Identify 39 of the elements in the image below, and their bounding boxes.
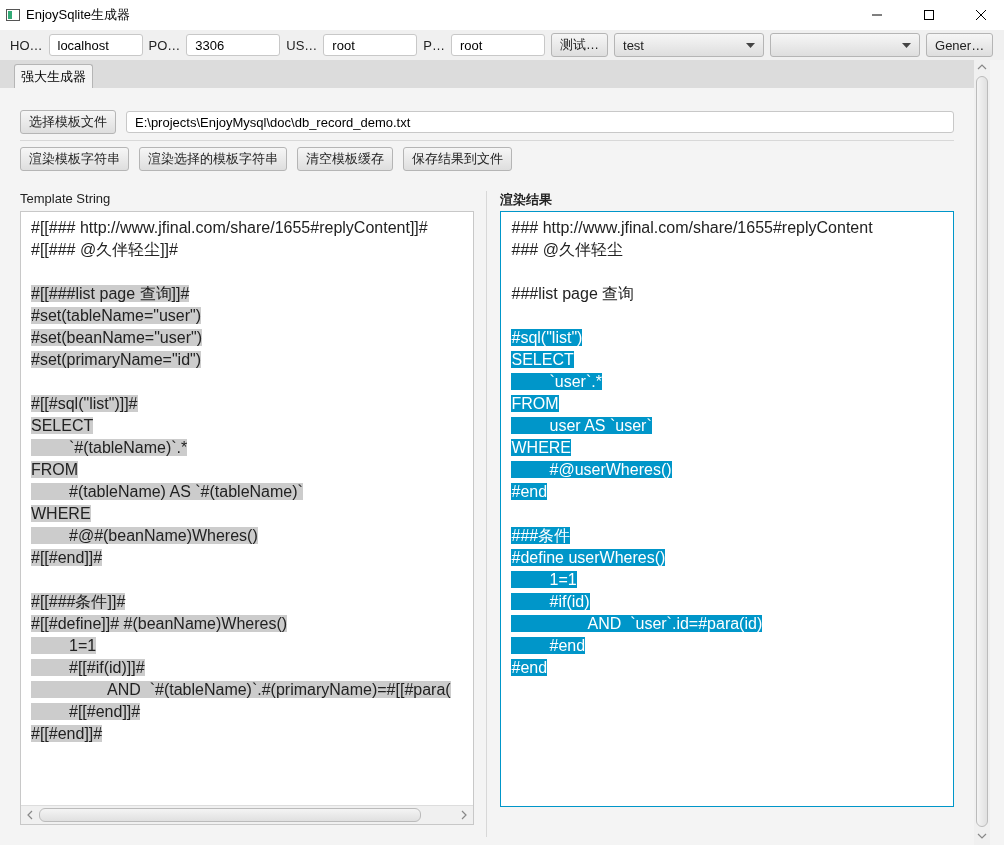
action-button[interactable]: 清空模板缓存 <box>297 147 393 171</box>
code-line: ###list page 查询 <box>511 285 635 302</box>
code-line: ### @久伴轻尘 <box>511 241 623 258</box>
result-text-area[interactable] <box>500 211 954 807</box>
database-select[interactable]: test <box>614 33 765 57</box>
path-field[interactable]: E:\projects\EnjoyMysql\doc\db_record_demo.txt <box>126 111 954 133</box>
connection-field[interactable]: root <box>323 34 418 56</box>
code-line: #[[### @久伴轻尘]]# <box>31 241 178 258</box>
action-button[interactable]: 渲染模板字符串 <box>20 147 129 171</box>
template-text-area[interactable] <box>20 211 474 825</box>
code-line: #[[### http://www.jfinal.com/share/1655#replyContent]]# <box>31 219 428 236</box>
scroll-left-icon[interactable] <box>25 810 35 820</box>
field-label: PO… <box>148 37 181 53</box>
dropdown-arrow-icon <box>746 42 756 48</box>
code-line: ### http://www.jfinal.com/share/1655#replyContent <box>511 219 873 236</box>
scroll-up-icon[interactable] <box>977 62 987 72</box>
connection-field[interactable]: 3306 <box>186 34 281 56</box>
pane-title: 渲染结果 <box>500 191 554 209</box>
table-select[interactable] <box>770 33 921 57</box>
scroll-down-icon[interactable] <box>977 831 987 841</box>
action-button[interactable]: 渲染选择的模板字符串 <box>139 147 287 171</box>
choose-file-button[interactable]: 选择模板文件 <box>20 110 116 134</box>
field-label: US… <box>286 37 318 53</box>
window-title: EnjoySqlite生成器 <box>26 6 132 24</box>
field-label: P… <box>423 37 446 53</box>
vertical-scrollbar[interactable] <box>974 58 990 845</box>
test-button[interactable]: 测试… <box>551 33 609 57</box>
connection-field[interactable]: localhost <box>48 34 143 56</box>
tab[interactable]: 强大生成器 <box>14 64 93 88</box>
horizontal-scrollbar[interactable] <box>21 805 473 824</box>
dropdown-arrow-icon <box>902 42 912 48</box>
close-icon <box>976 10 986 20</box>
connection-field[interactable]: root <box>451 34 546 56</box>
generate-button[interactable]: Gener… <box>926 33 994 57</box>
app-icon <box>6 9 20 21</box>
maximize-icon <box>924 10 934 20</box>
action-button[interactable]: 保存结果到文件 <box>403 147 512 171</box>
field-label: HO… <box>10 37 43 53</box>
pane-title: Template String <box>20 191 112 208</box>
